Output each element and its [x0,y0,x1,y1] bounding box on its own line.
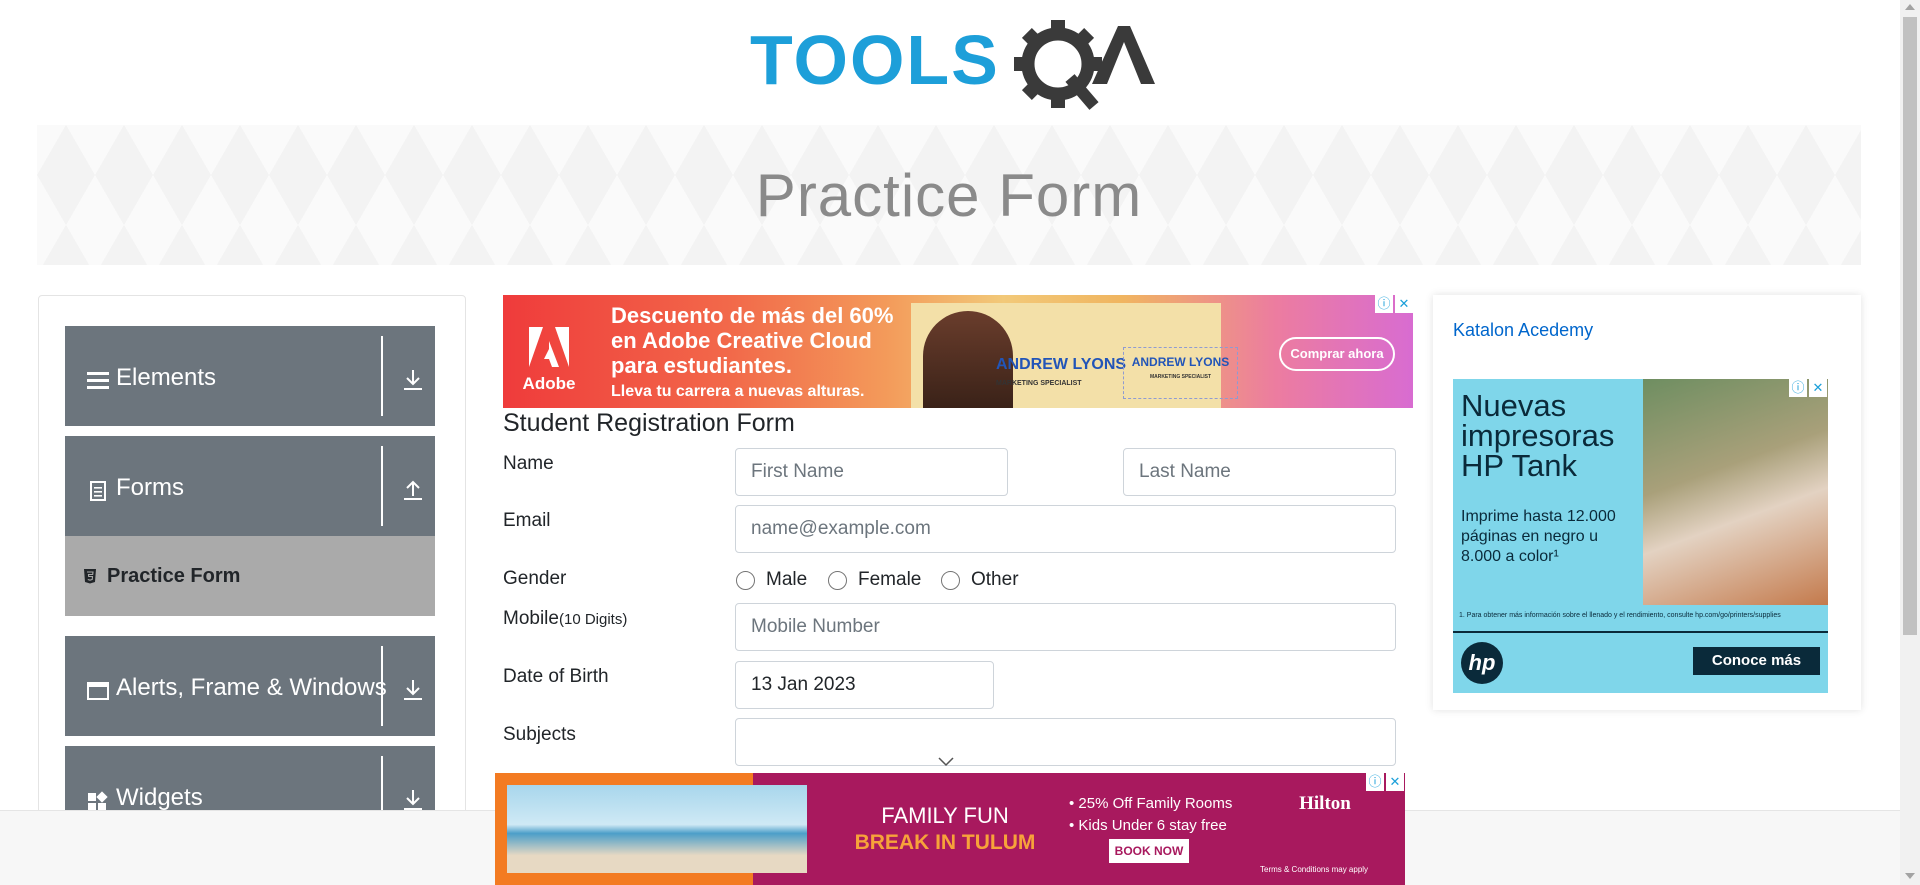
radio-label[interactable]: Male [766,569,807,591]
sidebar-group-elements[interactable]: Elements [65,326,435,426]
close-icon[interactable]: ✕ [1809,379,1827,397]
ad-headline: Descuento de más del 60% en Adobe Creati… [611,303,894,378]
gender-radio-other[interactable]: Other [941,568,1019,592]
gender-label: Gender [503,568,567,589]
adobe-icon [529,327,569,367]
download-icon [404,790,422,810]
ad-photo [507,785,807,873]
ad-bullets: • 25% Off Family Rooms • Kids Under 6 st… [1069,795,1233,834]
ad-photo [1643,379,1828,605]
page-title: Practice Form [755,162,1143,229]
ad-subheadline: BREAK IN TULUM [854,831,1036,854]
upload-icon [404,480,422,500]
divider [381,646,383,726]
hilton-ad-banner[interactable]: FAMILY FUN BREAK IN TULUM • 25% Off Fami… [495,773,1405,885]
widgets-icon [88,791,108,811]
ad-info-icon[interactable]: ⓘ [1366,773,1384,791]
ad-body: Imprime hasta 12.000 páginas en negro u … [1461,508,1616,565]
adobe-logo: Adobe [519,325,579,403]
radio-label[interactable]: Other [971,569,1019,591]
ad-headline: FAMILY FUN [881,803,1009,828]
page-banner: Practice Form [37,125,1861,265]
sidebar-item-practice-form[interactable]: Practice Form [65,536,435,616]
mobile-input[interactable] [735,603,1396,651]
download-icon [404,370,422,390]
svg-text:TOOLS: TOOLS [750,21,1000,99]
ad-name-small: ANDREW LYONS MARKETING SPECIALIST [1123,347,1238,399]
dob-label: Date of Birth [503,666,609,687]
download-icon [404,680,422,700]
hilton-logo: Hilton [1299,793,1351,814]
sidebar-group-forms[interactable]: Forms [65,436,435,536]
subjects-label: Subjects [503,724,576,745]
radio-button[interactable] [828,570,847,590]
gender-radio-female[interactable]: Female [828,568,921,592]
gender-radio-male[interactable]: Male [736,568,807,592]
ad-subline: Lleva tu carrera a nuevas alturas. [611,383,865,400]
ad-info-icon[interactable]: ⓘ [1789,379,1807,397]
last-name-input[interactable] [1123,448,1396,496]
form-title: Student Registration Form [503,409,795,437]
sidebar-group-alerts[interactable]: Alerts, Frame & Windows [65,636,435,736]
ad-name: ANDREW LYONS MARKETING SPECIALIST [996,356,1127,388]
katalon-academy-link[interactable]: Katalon Acedemy [1453,320,1593,341]
subjects-input[interactable] [735,718,1396,766]
document-icon [90,481,106,501]
adobe-ad-banner[interactable]: Adobe Descuento de más del 60% en Adobe … [503,295,1413,408]
scrollbar[interactable] [1900,0,1920,885]
sidebar-group-label: Alerts, Frame & Windows [116,674,387,701]
ad-info-icon[interactable]: ⓘ [1375,295,1393,313]
sidebar-group-label: Widgets [116,784,203,811]
ad-cta-button[interactable]: Conoce más [1693,647,1820,675]
book-now-button[interactable]: BOOK NOW [1109,839,1189,863]
ad-footnote: 1. Para obtener más información sobre el… [1459,612,1781,619]
radio-label[interactable]: Female [858,569,921,591]
scroll-up-arrow[interactable] [1905,4,1915,10]
close-icon[interactable]: ✕ [1395,295,1413,313]
ad-terms: Terms & Conditions may apply [1260,865,1369,874]
toolsqa-logo[interactable]: TOOLS [750,18,1155,114]
close-icon[interactable]: ✕ [1386,773,1404,791]
divider [1453,631,1828,633]
sidebar: Elements Forms Practice Form Alerts, Fra… [38,295,466,885]
email-label: Email [503,510,551,531]
right-ad-panel: Katalon Acedemy Nuevas impresoras HP Tan… [1433,295,1861,710]
radio-button[interactable] [736,570,755,590]
window-icon [87,682,109,700]
mobile-label: Mobile(10 Digits) [503,608,628,629]
page: TOOLS Practice Form Elements Forms Pract… [0,0,1920,885]
first-name-input[interactable] [735,448,1008,496]
sidebar-group-label: Forms [116,474,184,501]
menu-icon [87,372,109,389]
scrollbar-thumb[interactable] [1903,17,1917,635]
sidebar-item-label: Practice Form [107,565,241,587]
divider [381,336,383,416]
hp-logo: hp [1461,642,1503,684]
divider [381,446,383,526]
sidebar-group-label: Elements [116,364,217,391]
name-label: Name [503,453,554,474]
hp-ad[interactable]: Nuevas impresoras HP Tank Imprime hasta … [1453,379,1828,693]
ad-cta-button[interactable]: Comprar ahora [1279,337,1395,371]
ad-headline: Nuevas impresoras HP Tank [1461,388,1615,483]
html5-icon [84,569,96,584]
mobile-hint: (10 Digits) [558,611,628,628]
chevron-down-icon[interactable] [938,757,954,767]
scroll-down-arrow[interactable] [1905,873,1915,879]
date-of-birth-input[interactable]: 13 Jan 2023 [735,661,994,709]
radio-button[interactable] [941,570,960,590]
email-input[interactable] [735,505,1396,553]
